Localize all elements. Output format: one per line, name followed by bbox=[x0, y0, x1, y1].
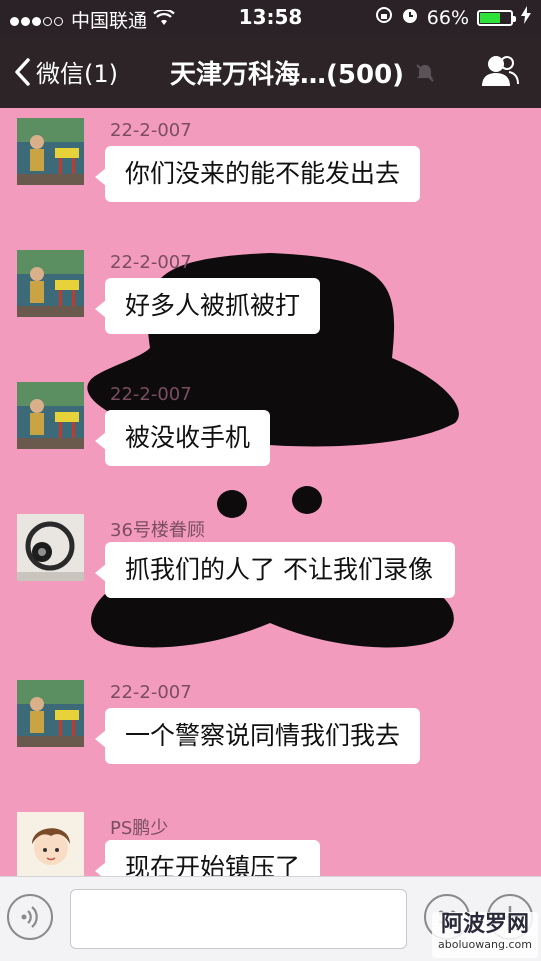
message-input[interactable] bbox=[70, 889, 407, 949]
message-bubble[interactable]: 你们没来的能不能发出去 bbox=[94, 146, 421, 202]
message-bubble[interactable]: 抓我们的人了 不让我们录像 bbox=[95, 542, 455, 598]
voice-icon bbox=[21, 906, 38, 928]
nav-bar: 微信(1) 天津万科海…(500) bbox=[0, 36, 541, 108]
sender-avatar[interactable] bbox=[17, 118, 84, 185]
message-item: 22-2-007 被没收手机 bbox=[17, 382, 537, 492]
sender-name: 22-2-007 bbox=[110, 384, 192, 405]
message-bubble[interactable]: 被没收手机 bbox=[94, 410, 271, 466]
message-bubble[interactable]: 现在开始镇压了 bbox=[94, 840, 321, 876]
message-text: 一个警察说同情我们我去 bbox=[125, 721, 401, 750]
site-watermark: 阿波罗网 aboluowang.com bbox=[432, 912, 538, 958]
message-item: 22-2-007 一个警察说同情我们我去 bbox=[17, 680, 537, 790]
message-text: 被没收手机 bbox=[125, 423, 251, 452]
message-text: 好多人被抓被打 bbox=[125, 291, 301, 320]
message-text: 你们没来的能不能发出去 bbox=[125, 159, 401, 188]
sender-avatar[interactable] bbox=[17, 812, 84, 876]
watermark-title: 阿波罗网 bbox=[440, 912, 529, 937]
back-label: 微信(1) bbox=[36, 60, 118, 88]
message-item: 22-2-007 你们没来的能不能发出去 bbox=[17, 118, 537, 228]
sender-name: 22-2-007 bbox=[110, 682, 192, 703]
alarm-icon bbox=[401, 6, 419, 29]
status-right: 66% bbox=[375, 6, 531, 29]
sender-name: 36号楼眷顾 bbox=[110, 520, 205, 541]
rotation-lock-icon bbox=[375, 6, 393, 29]
message-text: 现在开始镇压了 bbox=[125, 853, 301, 876]
mute-notifications-icon bbox=[416, 63, 434, 82]
battery-icon bbox=[477, 9, 516, 26]
chat-title-text: 天津万科海…(500) bbox=[170, 60, 405, 90]
sender-avatar[interactable] bbox=[17, 680, 84, 747]
message-item: PS鹏少 现在开始镇压了 bbox=[17, 812, 537, 876]
back-button[interactable]: 微信(1) bbox=[14, 54, 118, 89]
chat-title: 天津万科海…(500) bbox=[170, 54, 436, 91]
sender-name: 22-2-007 bbox=[110, 120, 192, 141]
message-item: 36号楼眷顾 抓我们的人了 不让我们录像 bbox=[17, 514, 537, 654]
voice-input-button[interactable] bbox=[7, 894, 53, 940]
watermark-url: aboluowang.com bbox=[438, 938, 532, 951]
chevron-left-icon bbox=[15, 57, 30, 86]
sender-avatar[interactable] bbox=[17, 514, 84, 581]
message-text: 抓我们的人了 不让我们录像 bbox=[125, 555, 433, 584]
sender-avatar[interactable] bbox=[17, 382, 84, 449]
message-bubble[interactable]: 一个警察说同情我们我去 bbox=[94, 708, 421, 764]
chat-info-button[interactable] bbox=[481, 54, 519, 92]
people-icon bbox=[482, 56, 519, 86]
status-bar: 中国联通 13:58 66% bbox=[0, 0, 541, 36]
charging-icon bbox=[521, 6, 531, 29]
sender-avatar[interactable] bbox=[17, 250, 84, 317]
battery-percent: 66% bbox=[426, 6, 469, 29]
message-bubble[interactable]: 好多人被抓被打 bbox=[94, 278, 321, 334]
sender-name: PS鹏少 bbox=[110, 818, 169, 839]
message-item: 22-2-007 好多人被抓被打 bbox=[17, 250, 537, 360]
chat-area[interactable]: 22-2-007 你们没来的能不能发出去 22-2-007 好多人被抓被打 22… bbox=[0, 108, 541, 876]
sender-name: 22-2-007 bbox=[110, 252, 192, 273]
